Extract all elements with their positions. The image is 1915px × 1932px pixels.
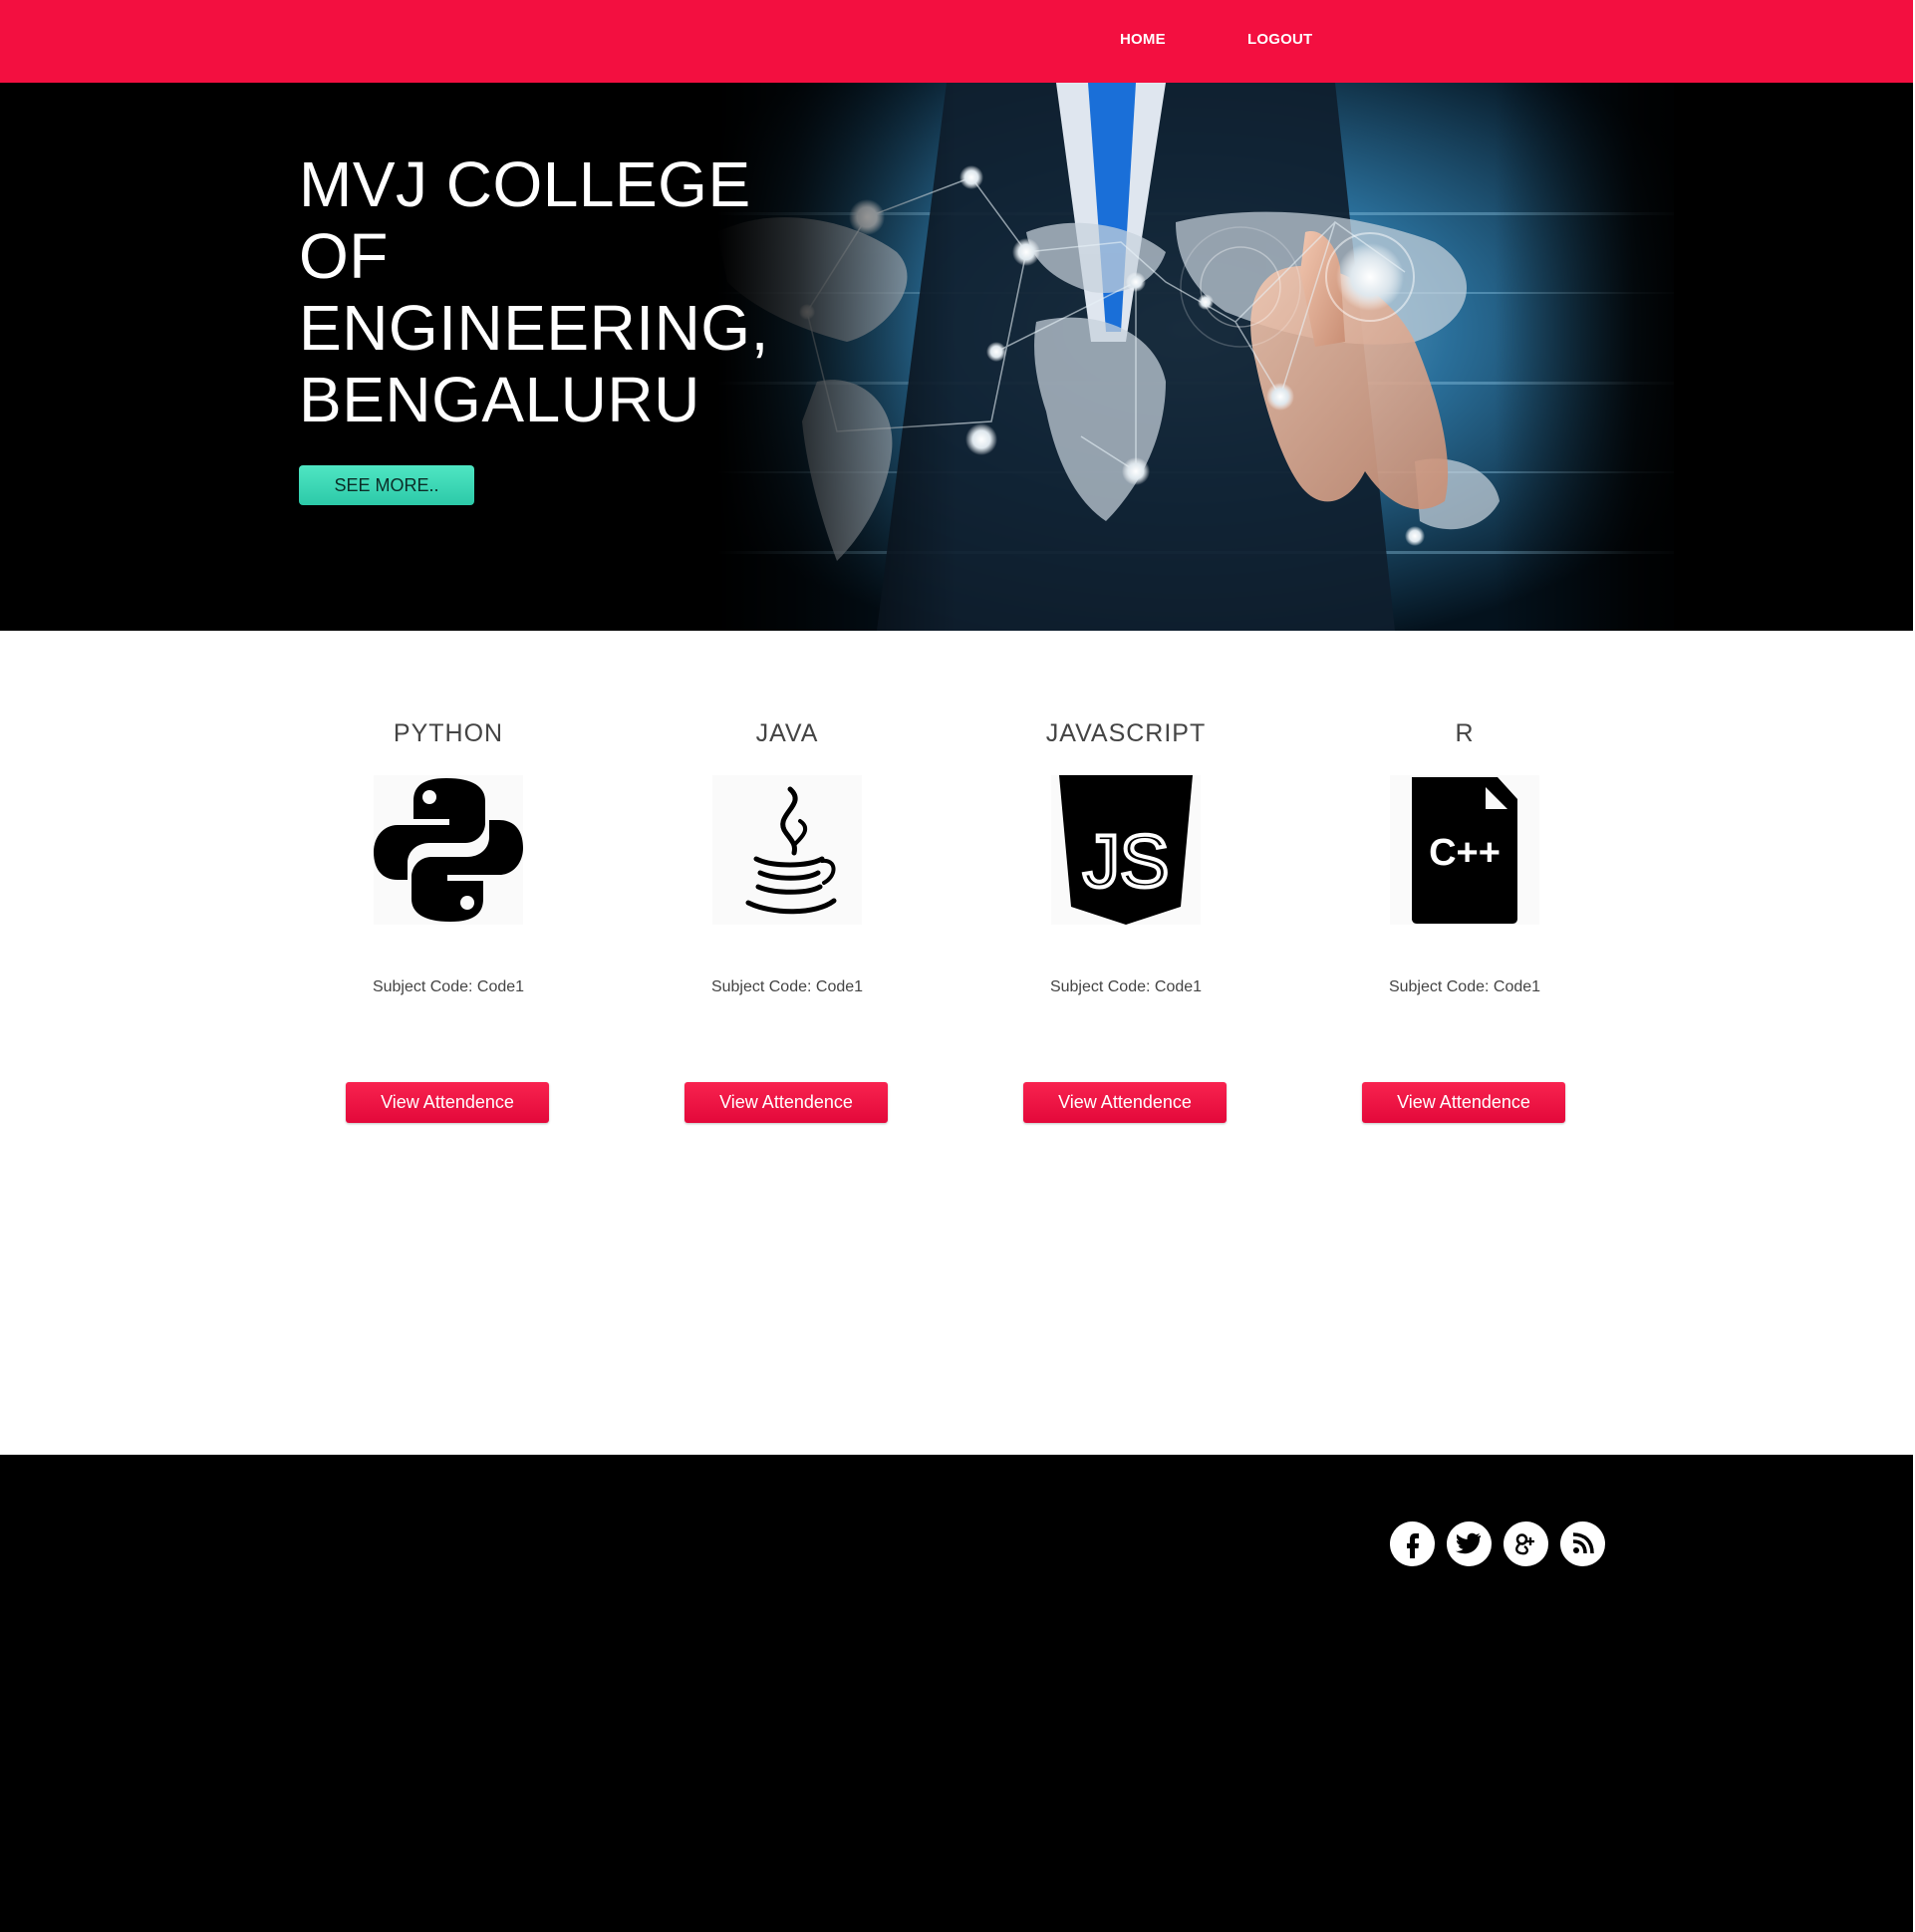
college-title: MVJ COLLEGE OF ENGINEERING, BENGALURU — [299, 148, 769, 435]
cpp-icon-label: C++ — [1429, 832, 1501, 874]
subject-code: Subject Code: Code1 — [1049, 978, 1203, 995]
hero-banner: MVJ COLLEGE OF ENGINEERING, BENGALURU SE… — [0, 83, 1913, 631]
view-attendence-button[interactable]: View Attendence — [1023, 1082, 1227, 1123]
subject-card-python: PYTHON Subject Code: Code1 View Attenden… — [334, 719, 563, 1128]
subject-card-java: JAVA Subject Code: Code1 View Attendence — [673, 719, 902, 1128]
subject-card-r: R C++ Subject Code: Code1 View Attendenc… — [1350, 719, 1579, 1128]
see-more-button[interactable]: SEE MORE.. — [299, 465, 474, 505]
rss-icon[interactable] — [1560, 1521, 1605, 1566]
google-plus-icon[interactable] — [1504, 1521, 1548, 1566]
page: { "nav": { "home_label": "HOME", "logout… — [0, 0, 1915, 1932]
java-coffee-cup-icon — [712, 775, 862, 925]
nav-logout-link[interactable]: LOGOUT — [1247, 31, 1312, 48]
subject-title: JAVASCRIPT — [1045, 719, 1207, 747]
nav-home-link[interactable]: HOME — [1120, 31, 1166, 48]
subject-code: Subject Code: Code1 — [710, 978, 864, 995]
subject-title: R — [1455, 719, 1475, 747]
view-attendence-button[interactable]: View Attendence — [1362, 1082, 1565, 1123]
python-logo-icon — [374, 775, 523, 925]
subject-card-javascript: JAVASCRIPT JS Subject Code: Code1 View A… — [1011, 719, 1240, 1128]
subject-title: PYTHON — [393, 719, 504, 747]
js-shield-icon: JS — [1051, 775, 1201, 925]
subject-code: Subject Code: Code1 — [1388, 978, 1541, 995]
facebook-icon[interactable] — [1390, 1521, 1435, 1566]
twitter-icon[interactable] — [1447, 1521, 1492, 1566]
cpp-file-icon: C++ — [1390, 775, 1539, 925]
hero-dark-overlay — [0, 83, 1913, 631]
top-navbar: HOME LOGOUT — [0, 0, 1913, 83]
view-attendence-button[interactable]: View Attendence — [684, 1082, 888, 1123]
view-attendence-button[interactable]: View Attendence — [346, 1082, 549, 1123]
subject-code: Subject Code: Code1 — [372, 978, 525, 995]
subject-title: JAVA — [755, 719, 819, 747]
footer — [0, 1455, 1913, 1932]
js-icon-label: JS — [1083, 820, 1169, 903]
